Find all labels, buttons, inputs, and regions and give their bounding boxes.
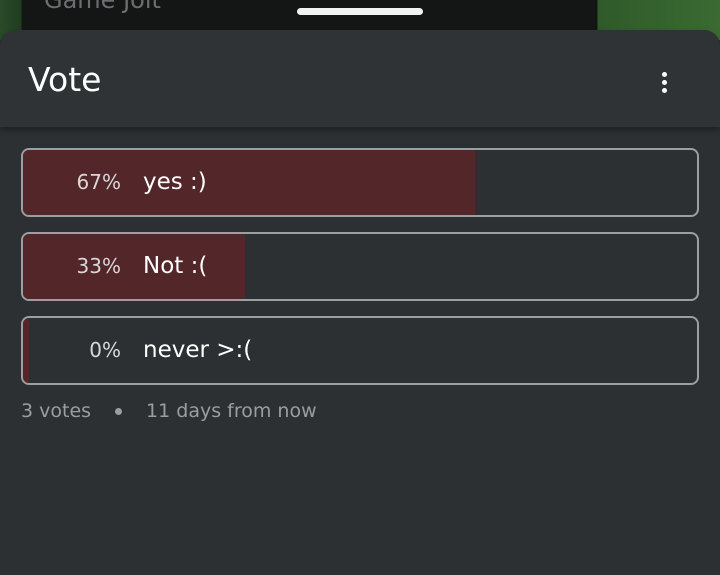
sheet-title: Vote <box>28 60 102 99</box>
poll-option-label: Not :( <box>143 253 208 279</box>
poll-option-yes[interactable]: 67% yes :) <box>21 148 699 217</box>
more-options-button[interactable] <box>648 66 680 98</box>
vote-sheet: Vote 67% yes :) 33% Not :( 0% never >:( … <box>0 30 720 575</box>
more-vertical-icon-dot <box>661 87 667 93</box>
poll-option-label: never >:( <box>143 337 253 363</box>
more-vertical-icon-dot <box>661 79 667 85</box>
sheet-drag-handle[interactable] <box>297 8 423 15</box>
poll-options: 67% yes :) 33% Not :( 0% never >:( <box>21 148 699 400</box>
poll-option-not[interactable]: 33% Not :( <box>21 232 699 301</box>
vote-count: 3 votes <box>21 400 92 422</box>
poll-option-percent: 0% <box>89 338 121 362</box>
poll-end-time: 11 days from now <box>146 400 317 422</box>
poll-option-never[interactable]: 0% never >:( <box>21 316 699 385</box>
sheet-header: Vote <box>0 30 720 127</box>
background-app-title: Game Jolt <box>44 0 161 14</box>
more-vertical-icon <box>661 71 667 77</box>
poll-option-percent: 33% <box>76 254 121 278</box>
poll-option-label: yes :) <box>143 169 207 195</box>
poll-footer: 3 votes 11 days from now <box>21 400 317 422</box>
separator-dot <box>115 407 123 415</box>
poll-option-percent: 67% <box>76 170 121 194</box>
